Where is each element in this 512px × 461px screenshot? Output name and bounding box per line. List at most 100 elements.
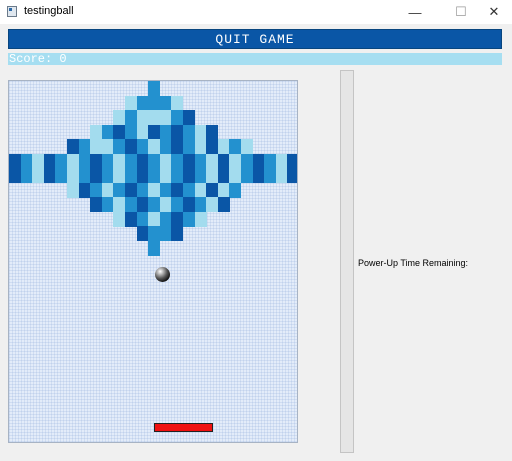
brick — [113, 182, 126, 198]
minimize-button[interactable]: — — [399, 0, 431, 24]
brick — [136, 110, 149, 125]
power-up-progress-bar — [340, 70, 354, 453]
brick — [136, 226, 149, 241]
brick — [101, 168, 114, 183]
brick — [9, 153, 22, 169]
brick — [148, 81, 161, 96]
brick — [148, 110, 161, 125]
ball — [155, 267, 170, 282]
brick — [125, 95, 138, 111]
brick — [241, 153, 254, 169]
brick — [125, 211, 138, 227]
brick — [171, 226, 184, 241]
brick — [159, 153, 172, 169]
brick — [9, 168, 22, 183]
brick — [55, 153, 68, 169]
brick — [159, 211, 172, 227]
brick — [171, 168, 184, 183]
brick — [136, 124, 149, 140]
brick — [101, 182, 114, 198]
brick — [194, 124, 207, 140]
brick — [125, 124, 138, 140]
brick — [264, 168, 277, 183]
brick — [287, 153, 297, 169]
brick — [171, 139, 184, 154]
brick — [217, 197, 230, 212]
maximize-button[interactable]: ☐ — [445, 0, 477, 24]
brick — [125, 197, 138, 212]
brick — [148, 226, 161, 241]
brick — [206, 124, 219, 140]
brick — [67, 168, 80, 183]
brick — [136, 168, 149, 183]
brick — [43, 168, 56, 183]
score-label: Score: 0 — [9, 52, 67, 66]
brick — [90, 182, 103, 198]
brick — [159, 95, 172, 111]
brick — [67, 182, 80, 198]
brick — [113, 153, 126, 169]
game-field[interactable] — [8, 80, 298, 443]
brick — [183, 182, 196, 198]
brick — [206, 139, 219, 154]
brick — [136, 211, 149, 227]
brick — [159, 168, 172, 183]
brick — [194, 168, 207, 183]
power-up-label: Power-Up Time Remaining: — [358, 258, 469, 268]
brick — [125, 110, 138, 125]
brick — [90, 168, 103, 183]
brick — [101, 139, 114, 154]
brick — [159, 197, 172, 212]
brick — [32, 168, 45, 183]
brick — [148, 95, 161, 111]
brick — [20, 153, 33, 169]
brick — [229, 182, 242, 198]
brick — [159, 226, 172, 241]
brick — [55, 168, 68, 183]
brick — [136, 182, 149, 198]
brick — [183, 168, 196, 183]
brick — [159, 110, 172, 125]
brick — [148, 197, 161, 212]
score-bar: Score: 0 — [8, 52, 502, 66]
brick — [90, 153, 103, 169]
brick — [241, 168, 254, 183]
brick — [20, 168, 33, 183]
brick — [171, 182, 184, 198]
brick — [206, 153, 219, 169]
brick — [206, 182, 219, 198]
brick — [113, 110, 126, 125]
brick — [159, 182, 172, 198]
brick — [241, 139, 254, 154]
brick — [194, 139, 207, 154]
brick — [229, 139, 242, 154]
brick — [90, 139, 103, 154]
brick — [264, 153, 277, 169]
brick — [148, 124, 161, 140]
brick — [148, 240, 161, 256]
brick — [171, 124, 184, 140]
quit-game-button[interactable]: QUIT GAME — [8, 29, 502, 49]
brick — [148, 168, 161, 183]
brick — [252, 168, 265, 183]
brick — [287, 168, 297, 183]
brick — [171, 95, 184, 111]
brick — [171, 211, 184, 227]
brick — [217, 182, 230, 198]
brick — [101, 197, 114, 212]
brick — [32, 153, 45, 169]
brick — [148, 153, 161, 169]
brick — [217, 153, 230, 169]
brick — [136, 153, 149, 169]
brick — [125, 139, 138, 154]
brick — [125, 168, 138, 183]
brick — [148, 211, 161, 227]
brick — [136, 139, 149, 154]
brick — [125, 182, 138, 198]
brick — [113, 139, 126, 154]
close-button[interactable]: ✕ — [478, 0, 510, 24]
brick — [67, 139, 80, 154]
brick — [194, 197, 207, 212]
brick — [275, 153, 288, 169]
paddle[interactable] — [154, 423, 213, 432]
